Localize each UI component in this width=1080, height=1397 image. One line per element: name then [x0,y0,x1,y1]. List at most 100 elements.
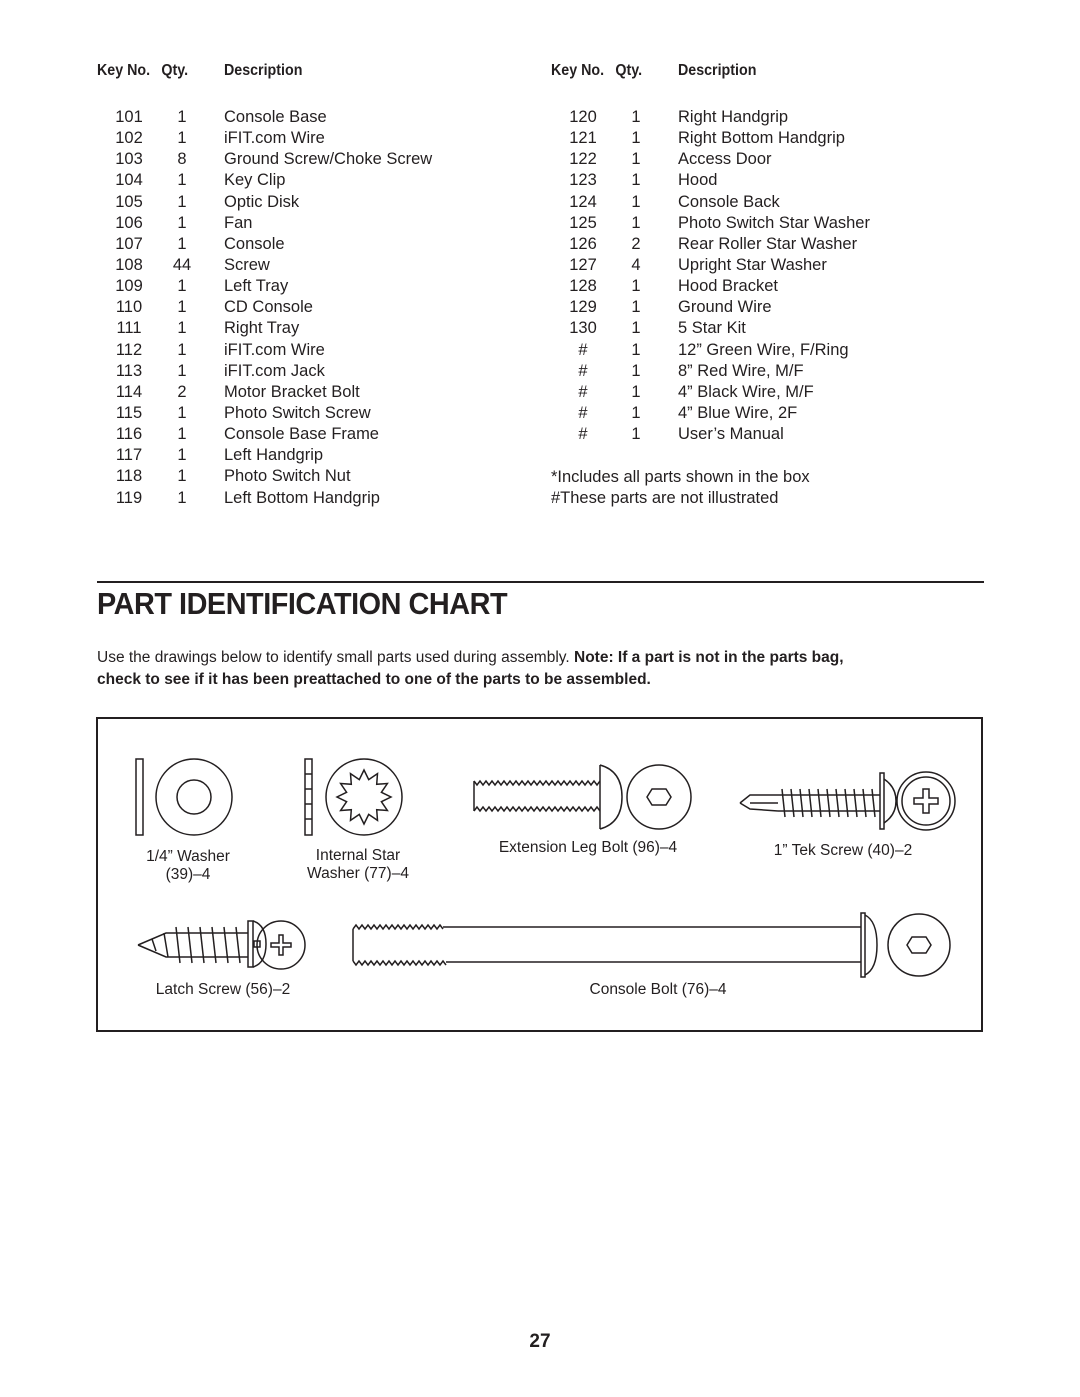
washer-label: 1/4” Washer (39)–4 [146,848,230,883]
part-key-no: 123 [569,171,597,190]
part-qty: 1 [177,213,187,232]
part-description: Motor Bracket Bolt [224,382,360,401]
parts-row: 103 8 Ground Screw/Choke Screw [97,149,537,170]
intro-text: Use the drawings below to identify small… [97,649,574,666]
parts-row: #1 4” Black Wire, M/F [551,382,991,403]
part-description: Console Base [224,108,327,126]
part-key-no: 116 [115,425,143,444]
part-qty: 1 [631,361,641,380]
extension-leg-bolt-icon [473,764,692,830]
section-intro: Use the drawings below to identify small… [97,647,997,691]
parts-row: 129 1 Ground Wire [551,297,991,318]
part-description: Ground Wire [678,298,772,317]
part-key-no: 112 [115,340,143,359]
part-description: Right Bottom Handgrip [678,129,845,148]
part-qty: 1 [631,171,641,190]
part-qty: 1 [177,467,187,486]
part-qty: 1 [177,277,187,296]
parts-list-header: Key No. Qty. Description [551,62,956,84]
part-key-no: 109 [115,277,143,296]
part-qty: 1 [631,192,641,211]
part-qty: 1 [177,171,187,190]
part-description: Photo Switch Star Washer [678,213,870,232]
parts-row: 126 2 Rear Roller Star Washer [551,234,991,255]
part-qty: 1 [631,340,641,359]
part-key-no: 114 [115,382,143,401]
parts-row: 107 1 Console [97,234,537,255]
part-description: Console Back [678,192,780,211]
console-bolt-label: Console Bolt (76)–4 [589,981,727,998]
parts-row: 111 1 Right Tray [97,318,537,339]
part-key-no: # [578,425,588,444]
part-qty: 2 [631,234,641,253]
part-key-no: # [578,340,588,359]
parts-rows-left: 101 1 Console Base 102 1 iFIT.com Wire 103 8 Gro… [97,107,537,509]
part-qty: 1 [631,213,641,232]
header-description: Description [677,62,757,79]
latch-screw-icon [137,920,306,970]
part-description: Hood [678,171,718,190]
part-qty: 1 [177,129,187,148]
parts-list-right: Key No. Qty. Description 120 1 Right Handg… [551,62,991,507]
parts-row: 101 1 Console Base [97,107,537,128]
part-key-no: 101 [115,108,143,126]
part-description: 5 Star Kit [678,319,746,338]
parts-row: 114 2 Motor Bracket Bolt [97,382,537,403]
part-description: Rear Roller Star Washer [678,234,858,253]
parts-row: 115 1 Photo Switch Screw [97,403,537,424]
part-description: Left Tray [224,277,289,296]
parts-row: 105 1 Optic Disk [97,192,537,213]
part-key-no: 113 [115,361,143,380]
part-description: Key Clip [224,171,286,190]
washer-face-icon [155,758,233,836]
part-description: Left Handgrip [224,446,324,465]
parts-row: 127 4 Upright Star Washer [551,255,991,276]
part-description: Right Tray [224,319,300,338]
part-description: iFIT.com Wire [224,129,325,148]
part-qty: 1 [177,234,187,253]
tek-screw-label: 1” Tek Screw (40)–2 [773,842,913,859]
part-description: Access Door [678,150,772,169]
part-description: User’s Manual [678,425,784,444]
part-description: Ground Screw/Choke Screw [224,150,433,169]
part-description: 12” Green Wire, F/Ring [678,340,849,359]
part-description: Console [224,234,285,253]
latch-screw-label: Latch Screw (56)–2 [155,981,291,998]
part-description: Optic Disk [224,192,300,211]
part-qty: 4 [631,255,641,274]
part-key-no: 124 [569,192,597,211]
part-qty: 2 [177,382,187,401]
part-qty: 1 [631,382,641,401]
footnotes: *Includes all parts shown in the box #Th… [551,467,810,509]
part-qty: 1 [177,192,187,211]
parts-row: 106 1 Fan [97,213,537,234]
parts-row: 130 1 5 Star Kit [551,318,991,339]
page-number: 27 [529,1331,551,1352]
part-key-no: 102 [115,129,143,148]
parts-list-header: Key No. Qty. Description [97,62,502,84]
part-qty: 1 [177,361,187,380]
parts-row: 112 1 iFIT.com Wire [97,340,537,361]
part-description: iFIT.com Wire [224,340,325,359]
part-qty: 1 [631,129,641,148]
part-key-no: 122 [569,150,597,169]
parts-row: 116 1 Console Base Frame [97,424,537,445]
part-key-no: 119 [115,488,143,507]
parts-row: 109 1 Left Tray [97,276,537,297]
header-description: Description [223,62,303,79]
parts-row: 123 1 Hood [551,170,991,191]
part-qty: 8 [177,150,187,169]
parts-row: #1 12” Green Wire, F/Ring [551,340,991,361]
parts-rows-right: 120 1 Right Handgrip 121 1 Right Bottom Handg… [551,107,991,445]
part-key-no: 126 [569,234,597,253]
parts-row: 117 1 Left Handgrip [97,445,537,466]
footnote-included: *Includes all parts shown in the box [551,468,810,486]
part-key-no: 121 [569,129,597,148]
parts-row: 104 1 Key Clip [97,170,537,191]
part-key-no: 125 [569,213,597,232]
section-title: PART IDENTIFICATION CHART [97,586,508,621]
part-qty: 1 [631,319,641,338]
part-key-no: 117 [115,446,143,465]
parts-row: #1 4” Blue Wire, 2F [551,403,991,424]
part-description: 4” Blue Wire, 2F [678,403,798,422]
